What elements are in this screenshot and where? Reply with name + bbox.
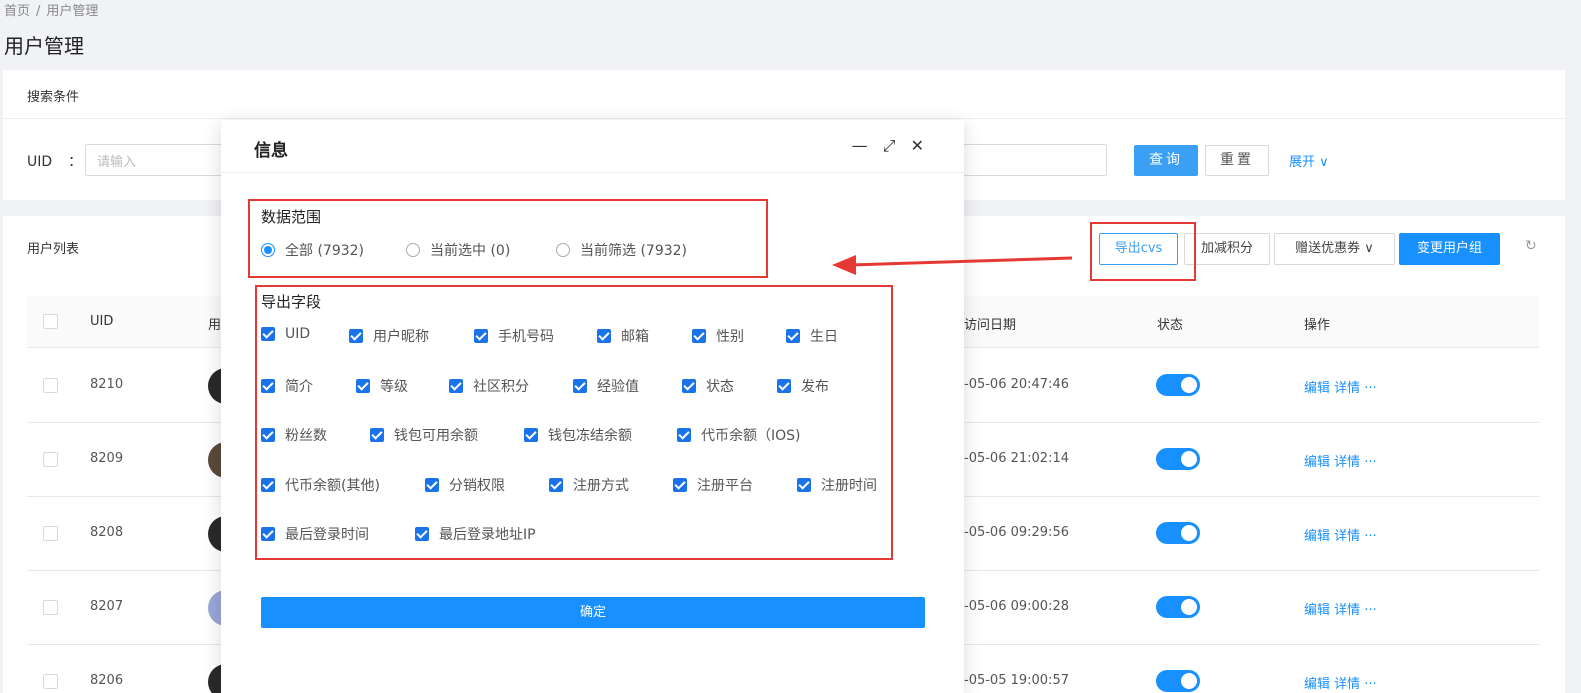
page-title: 用户管理 (4, 34, 84, 58)
uid-label-colon: ： (68, 154, 83, 170)
row-visit-date: -05-06 09:29:56 (964, 525, 1069, 540)
row-operations[interactable]: 编辑 详情 ··· (1304, 377, 1377, 396)
query-button[interactable]: 查询 (1134, 145, 1198, 176)
row-checkbox[interactable] (43, 452, 58, 467)
status-toggle[interactable] (1156, 670, 1200, 692)
adjust-points-button[interactable]: 加减积分 (1184, 233, 1270, 265)
status-toggle[interactable] (1156, 596, 1200, 618)
reset-button[interactable]: 重置 (1205, 145, 1269, 176)
column-uid: UID (90, 314, 114, 329)
gift-coupon-dropdown[interactable]: 赠送优惠券 ∨ (1274, 233, 1395, 265)
uid-label: UID ： (27, 151, 82, 171)
select-all-checkbox[interactable] (43, 314, 58, 329)
breadcrumb: 首页 / 用户管理 (4, 0, 104, 19)
uid-label-text: UID (27, 154, 53, 170)
row-checkbox[interactable] (43, 674, 58, 689)
minimize-icon[interactable]: — (852, 136, 868, 155)
column-nickname: 用 (208, 318, 222, 333)
row-operations[interactable]: 编辑 详情 ··· (1304, 599, 1377, 618)
list-title: 用户列表 (27, 242, 80, 257)
row-checkbox[interactable] (43, 600, 58, 615)
confirm-button[interactable]: 确定 (261, 597, 925, 628)
row-visit-date: -05-06 21:02:14 (964, 451, 1069, 466)
row-uid: 8208 (90, 525, 124, 540)
status-toggle[interactable] (1156, 522, 1200, 544)
status-toggle[interactable] (1156, 374, 1200, 396)
row-operations[interactable]: 编辑 详情 ··· (1304, 673, 1377, 692)
maximize-icon[interactable]: ⤢ (883, 136, 896, 155)
row-checkbox[interactable] (43, 526, 58, 541)
dialog-divider (221, 172, 964, 173)
column-visit-date: 访问日期 (964, 318, 1017, 333)
row-visit-date: -05-06 09:00:28 (964, 599, 1069, 614)
dialog-title: 信息 (254, 141, 288, 161)
breadcrumb-home[interactable]: 首页 (4, 4, 30, 19)
column-operations: 操作 (1304, 318, 1331, 333)
row-visit-date: -05-05 19:00:57 (964, 673, 1069, 688)
breadcrumb-separator: / (36, 4, 41, 19)
change-user-group-button[interactable]: 变更用户组 (1399, 233, 1500, 265)
expand-button[interactable]: 展开 ∨ (1289, 151, 1329, 170)
status-toggle[interactable] (1156, 448, 1200, 470)
column-status: 状态 (1157, 318, 1184, 333)
row-checkbox[interactable] (43, 378, 58, 393)
close-icon[interactable]: ✕ (911, 136, 924, 155)
row-operations[interactable]: 编辑 详情 ··· (1304, 525, 1377, 544)
row-uid: 8209 (90, 451, 124, 466)
row-uid: 8206 (90, 673, 124, 688)
annotation-box-range (248, 199, 768, 278)
annotation-box-export (1090, 222, 1196, 281)
row-visit-date: -05-06 20:47:46 (964, 377, 1069, 392)
breadcrumb-current: 用户管理 (46, 4, 99, 19)
row-uid: 8210 (90, 377, 124, 392)
dialog-controls: — ⤢ ✕ (842, 136, 924, 156)
refresh-icon[interactable]: ↻ (1525, 238, 1537, 254)
annotation-box-fields (255, 285, 893, 560)
search-card-title: 搜索条件 (3, 70, 1565, 119)
row-uid: 8207 (90, 599, 124, 614)
row-operations[interactable]: 编辑 详情 ··· (1304, 451, 1377, 470)
